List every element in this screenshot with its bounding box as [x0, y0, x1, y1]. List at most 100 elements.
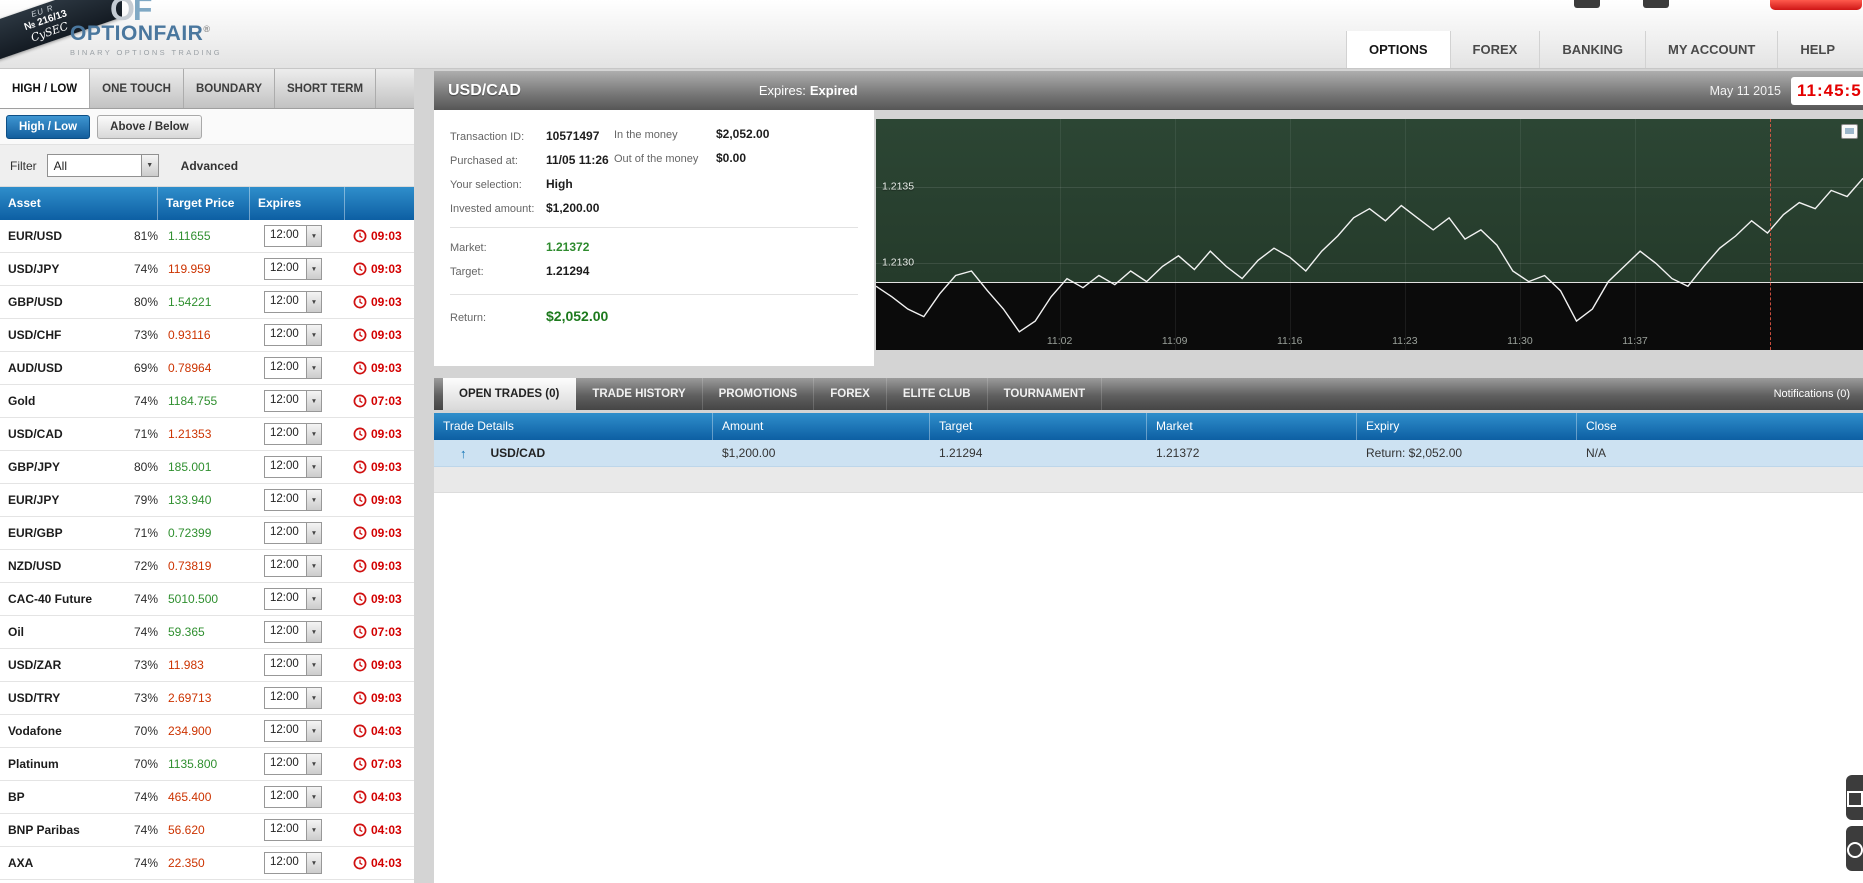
chevron-down-icon: ▼ — [306, 853, 321, 873]
asset-row-bnp-paribas[interactable]: BNP Paribas74%56.62012:00▼04:03 — [0, 814, 414, 847]
expiry-select[interactable]: 12:00▼ — [264, 456, 322, 478]
clock-icon — [353, 361, 367, 375]
asset-row-cac-40-future[interactable]: CAC-40 Future74%5010.50012:00▼09:03 — [0, 583, 414, 616]
advanced-button[interactable]: Advanced — [181, 159, 238, 173]
expiry-select-value: 12:00 — [265, 325, 306, 345]
asset-row-nzd-usd[interactable]: NZD/USD72%0.7381912:00▼09:03 — [0, 550, 414, 583]
asset-row-gbp-jpy[interactable]: GBP/JPY80%185.00112:00▼09:03 — [0, 451, 414, 484]
bottom-tab-promotions[interactable]: PROMOTIONS — [703, 378, 815, 410]
clock-icon — [353, 493, 367, 507]
clock-icon — [353, 724, 367, 738]
option-type-tab-boundary[interactable]: BOUNDARY — [184, 69, 275, 108]
subtab-high-low[interactable]: High / Low — [6, 115, 90, 139]
expiry-select[interactable]: 12:00▼ — [264, 324, 322, 346]
subtab-above-below[interactable]: Above / Below — [97, 115, 202, 139]
detail-value: 11/05 11:26 — [546, 153, 609, 167]
expiry-select[interactable]: 12:00▼ — [264, 588, 322, 610]
chart-popout-icon[interactable] — [1841, 124, 1858, 139]
expiry-select[interactable]: 12:00▼ — [264, 687, 322, 709]
column-target-price: Target Price — [158, 187, 250, 220]
asset-row-platinum[interactable]: Platinum70%1135.80012:00▼07:03 — [0, 748, 414, 781]
time-tick-label: 11:16 — [1277, 335, 1303, 347]
expiry-select[interactable]: 12:00▼ — [264, 819, 322, 841]
return-label: Return: — [450, 306, 546, 330]
asset-row-usd-try[interactable]: USD/TRY73%2.6971312:00▼09:03 — [0, 682, 414, 715]
nav-tab-forex[interactable]: FOREX — [1450, 31, 1540, 69]
expiry-select-value: 12:00 — [265, 754, 306, 774]
edge-chat-icon[interactable] — [1846, 826, 1863, 871]
target-row: Target:1.21294 — [450, 259, 858, 283]
expiry-select[interactable]: 12:00▼ — [264, 258, 322, 280]
asset-name: BNP Paribas — [0, 823, 120, 837]
asset-target-price: 0.73819 — [158, 559, 250, 573]
bottom-tab-elite-club[interactable]: ELITE CLUB — [887, 378, 988, 410]
target-value: 1.21294 — [546, 264, 589, 278]
chevron-down-icon: ▼ — [306, 490, 321, 510]
expires-label: Expires: — [759, 83, 806, 98]
expiry-select[interactable]: 12:00▼ — [264, 390, 322, 412]
asset-row-oil[interactable]: Oil74%59.36512:00▼07:03 — [0, 616, 414, 649]
asset-row-axa[interactable]: AXA74%22.35012:00▼04:03 — [0, 847, 414, 880]
open-trade-row[interactable]: ↑USD/CAD$1,200.001.212941.21372Return: $… — [434, 440, 1863, 467]
bottom-tab-tournament[interactable]: TOURNAMENT — [988, 378, 1103, 410]
asset-row-gbp-usd[interactable]: GBP/USD80%1.5422112:00▼09:03 — [0, 286, 414, 319]
asset-payout: 73% — [120, 691, 158, 705]
asset-row-usd-jpy[interactable]: USD/JPY74%119.95912:00▼09:03 — [0, 253, 414, 286]
bottom-tab-trade-history[interactable]: TRADE HISTORY — [576, 378, 702, 410]
bottom-tab-forex[interactable]: FOREX — [814, 378, 887, 410]
asset-name: USD/TRY — [0, 691, 120, 705]
expiry-select[interactable]: 12:00▼ — [264, 225, 322, 247]
asset-row-usd-cad[interactable]: USD/CAD71%1.2135312:00▼09:03 — [0, 418, 414, 451]
option-type-tab-short-term[interactable]: SHORT TERM — [275, 69, 376, 108]
expiry-countdown: 09:03 — [345, 460, 414, 474]
nav-tab-help[interactable]: HELP — [1777, 31, 1857, 69]
expiry-select[interactable]: 12:00▼ — [264, 522, 322, 544]
asset-target-price: 465.400 — [158, 790, 250, 804]
expiry-select[interactable]: 12:00▼ — [264, 555, 322, 577]
optionfair-logo[interactable]: OF OPTIONFAIR® BINARY OPTIONS TRADING — [70, 10, 300, 57]
expiry-select[interactable]: 12:00▼ — [264, 852, 322, 874]
option-type-tab-high-low[interactable]: HIGH / LOW — [0, 69, 90, 108]
asset-row-gold[interactable]: Gold74%1184.75512:00▼07:03 — [0, 385, 414, 418]
asset-name: Vodafone — [0, 724, 120, 738]
market-row: Market:1.21372 — [450, 235, 858, 259]
expiry-select[interactable]: 12:00▼ — [264, 489, 322, 511]
expiry-select[interactable]: 12:00▼ — [264, 786, 322, 808]
nav-tab-options[interactable]: OPTIONS — [1346, 31, 1450, 69]
detail-row: Your selection:High — [450, 172, 858, 196]
asset-row-usd-chf[interactable]: USD/CHF73%0.9311612:00▼09:03 — [0, 319, 414, 352]
chevron-down-icon: ▼ — [306, 589, 321, 609]
expiry-select[interactable]: 12:00▼ — [264, 753, 322, 775]
asset-row-eur-usd[interactable]: EUR/USD81%1.1165512:00▼09:03 — [0, 220, 414, 253]
notifications-link[interactable]: Notifications (0) — [1774, 378, 1863, 410]
divider — [450, 227, 858, 228]
edge-support-icon[interactable] — [1846, 775, 1863, 820]
asset-row-eur-gbp[interactable]: EUR/GBP71%0.7239912:00▼09:03 — [0, 517, 414, 550]
asset-payout: 79% — [120, 493, 158, 507]
clock-icon — [353, 757, 367, 771]
asset-row-eur-jpy[interactable]: EUR/JPY79%133.94012:00▼09:03 — [0, 484, 414, 517]
expiry-countdown: 09:03 — [345, 526, 414, 540]
expiry-select[interactable]: 12:00▼ — [264, 357, 322, 379]
asset-row-aud-usd[interactable]: AUD/USD69%0.7896412:00▼09:03 — [0, 352, 414, 385]
expiry-select[interactable]: 12:00▼ — [264, 654, 322, 676]
expiry-select[interactable]: 12:00▼ — [264, 423, 322, 445]
trade-amount: $1,200.00 — [713, 446, 930, 460]
filter-bar: Filter All ▼ Advanced — [0, 145, 414, 187]
filter-select[interactable]: All ▼ — [47, 154, 159, 177]
option-type-tab-one-touch[interactable]: ONE TOUCH — [90, 69, 184, 108]
expiry-select-value: 12:00 — [265, 721, 306, 741]
asset-row-usd-zar[interactable]: USD/ZAR73%11.98312:00▼09:03 — [0, 649, 414, 682]
expiry-select[interactable]: 12:00▼ — [264, 621, 322, 643]
expiry-select-value: 12:00 — [265, 490, 306, 510]
asset-row-vodafone[interactable]: Vodafone70%234.90012:00▼04:03 — [0, 715, 414, 748]
nav-tab-banking[interactable]: BANKING — [1539, 31, 1645, 69]
cut-red-button[interactable] — [1770, 0, 1862, 10]
asset-row-bp[interactable]: BP74%465.40012:00▼04:03 — [0, 781, 414, 814]
nav-tab-my-account[interactable]: MY ACCOUNT — [1645, 31, 1777, 69]
expiry-select[interactable]: 12:00▼ — [264, 291, 322, 313]
bottom-tab-open-trades-0[interactable]: OPEN TRADES (0) — [443, 378, 576, 410]
expiry-select[interactable]: 12:00▼ — [264, 720, 322, 742]
clock-icon — [353, 295, 367, 309]
asset-name: USD/JPY — [0, 262, 120, 276]
